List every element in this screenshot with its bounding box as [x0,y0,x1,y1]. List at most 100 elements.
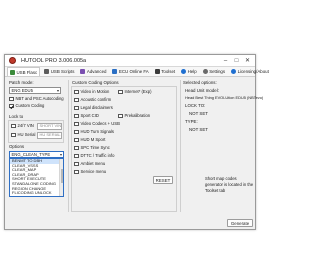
tab-label: Help [187,69,197,74]
tab-label: Settings [209,69,226,74]
checkbox-label: HU Serial [17,132,36,137]
service-menu-checkbox[interactable]: Service menu [74,169,106,175]
window-title: HUTOOL PRO 3.006.005a [21,58,87,64]
checkbox-label: Ambiet menu [80,161,106,166]
checkbox-label: Internet* (Exp) [124,89,152,94]
options-select[interactable]: ENG_CLEAN_TYPE ▾ [9,151,64,158]
map-codes-note: Short map codes generator is located in … [205,176,254,193]
scrollbar-thumb[interactable] [60,169,63,183]
script-icon [44,69,50,74]
info-icon [231,69,237,74]
advanced-icon [80,69,86,74]
checkbox-box [9,103,14,109]
checkbox-box [11,132,16,138]
checkbox-box [74,113,79,119]
checkbox-label: DTTC / Traffic info [80,153,115,158]
checkbox-box [74,169,79,175]
tab-label: USB Flasc [16,69,38,75]
vin-lock-checkbox[interactable]: 24/7 VIN [11,123,34,129]
hu-serial-lock-checkbox[interactable]: HU Serial [11,132,35,138]
acoustic-confirm-checkbox[interactable]: Acoustic confirm [74,97,111,103]
spc-time-sync-checkbox[interactable]: SPC Time Sync [74,145,110,151]
legal-disclaimers-checkbox[interactable]: Legal disclaimers [74,105,113,111]
tab-toolset[interactable]: Toolset [153,67,177,76]
checkbox-box [74,89,79,95]
usb-icon [10,69,15,75]
checkbox-box [74,153,79,159]
ambient-menu-checkbox[interactable]: Ambiet menu [74,161,105,167]
window-controls: – □ ✕ [220,56,253,66]
patch-mode-label: Patch mode: [9,80,34,85]
input-placeholder: HU SERIAL [39,132,61,137]
tab-usb-flash[interactable]: USB Flasc [7,67,41,76]
list-item[interactable]: FLICODING UNLOCK [10,191,63,196]
column-divider [180,80,181,212]
checkbox-label: Video Codecs + USB [80,121,120,126]
checkbox-box [74,105,79,111]
checkbox-label: 24/7 VIN [17,123,34,128]
video-in-motion-checkbox[interactable]: Video in Motion [74,89,109,95]
maximize-button[interactable]: □ [231,56,242,66]
checkbox-box [118,113,123,119]
short-vin-input[interactable]: SHORT VIN [37,123,62,130]
checkbox-label: HUD Turn Signals [80,129,115,134]
checkbox-box [118,89,123,95]
tab-settings[interactable]: Settings [201,67,227,76]
chevron-down-icon: ▾ [56,88,59,93]
hu-serial-input[interactable]: HU SERIAL [37,132,62,139]
custom-coding-checkbox[interactable]: Custom Coding [9,103,44,109]
tab-licensing[interactable]: Licensing/About [229,67,271,76]
checkbox-label: Legal disclaimers [80,105,113,110]
tab-ecu-online[interactable]: ECU Online FA [110,67,150,76]
lock-to-label: LOCK TO: [185,103,206,108]
checkbox-box [74,121,79,127]
tab-label: Licensing/About [237,69,269,74]
patch-mode-select[interactable]: ENG EDU5 ▾ [9,87,61,94]
hud-m-sport-checkbox[interactable]: HUD M Sport [74,137,105,143]
checkbox-label: Custom Coding [15,103,45,108]
tab-label: ECU Online FA [118,69,149,74]
checkbox-label: Service menu [80,169,107,174]
tab-label: Toolset [161,69,176,74]
checkbox-label: NBT and PSC Autocoding [15,96,64,101]
hud-turn-signals-checkbox[interactable]: HUD Turn Signals [74,129,114,135]
reset-button[interactable]: RESET [153,176,173,184]
patch-mode-value: ENG EDU5 [11,88,33,93]
close-button[interactable]: ✕ [242,56,253,66]
checkbox-box [74,97,79,103]
input-placeholder: SHORT VIN [39,123,62,128]
title-bar: HUTOOL PRO 3.006.005a – □ ✕ [5,55,255,67]
selected-options-title: Selected options: [183,80,217,85]
minimize-button[interactable]: – [220,56,231,66]
options-title: Options [9,144,25,149]
checkbox-label: HUD M Sport [80,137,106,142]
lock-to-value: NOT SET [189,111,208,116]
generate-button[interactable]: Generate [227,219,253,227]
checkbox-label: SPC Time Sync [80,145,110,150]
options-dropdown-list[interactable]: BENMT TO DBH CLEAR_VSSS CLEAR_MAP CLEAR_… [9,158,64,197]
tab-label: USB Scripts [50,69,75,74]
checkbox-box [9,96,14,102]
internet-checkbox[interactable]: Internet* (Exp) [118,89,152,95]
sport-cid-checkbox[interactable]: Sport CID [74,113,99,119]
tab-usb-scripts[interactable]: USB Scripts [42,67,76,76]
video-codecs-checkbox[interactable]: Video Codecs + USB [74,121,120,127]
head-unit-label: Head Unit model: [185,88,219,93]
app-logo-icon [9,57,16,64]
tab-help[interactable]: Help [179,67,199,76]
checkbox-box [74,137,79,143]
options-value: ENG_CLEAN_TYPE [11,152,51,157]
checkbox-box [74,129,79,135]
checkbox-label: Video in Motion [80,89,110,94]
column-divider [68,80,69,212]
toolset-icon [154,69,160,74]
nbt-psc-autocoding-checkbox[interactable]: NBT and PSC Autocoding [9,96,64,102]
settings-icon [202,69,208,74]
ecu-icon [112,69,118,74]
prekalibration-checkbox[interactable]: Prekalibration [118,113,150,119]
checkbox-box [11,123,16,129]
traffic-info-checkbox[interactable]: DTTC / Traffic info [74,153,114,159]
tab-advanced[interactable]: Advanced [78,67,108,76]
tab-label: Advanced [86,69,107,74]
list-scrollbar[interactable] [59,159,63,196]
